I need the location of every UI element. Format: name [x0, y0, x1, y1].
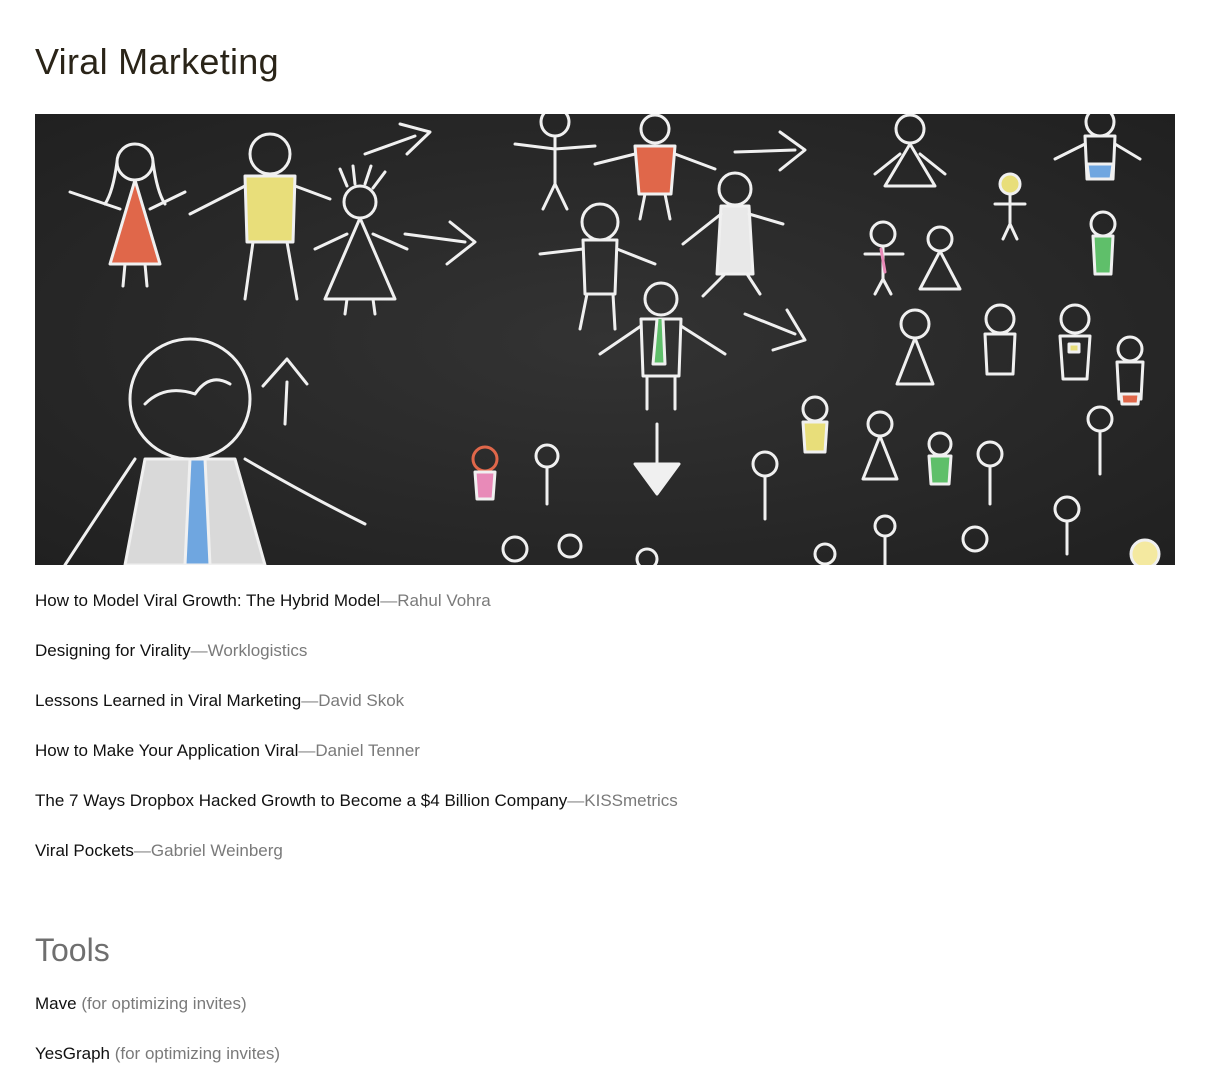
- article-author: KISSmetrics: [584, 791, 678, 810]
- list-item: Lessons Learned in Viral Marketing—David…: [35, 688, 1175, 738]
- tool-note: (for optimizing invites): [114, 1044, 281, 1063]
- tool-note: (for optimizing invites): [81, 994, 247, 1013]
- article-link[interactable]: Lessons Learned in Viral Marketing: [35, 691, 301, 710]
- list-item: Designing for Virality—Worklogistics: [35, 638, 1175, 688]
- article-author: Daniel Tenner: [315, 741, 420, 760]
- list-item: YesGraph (for optimizing invites): [35, 1041, 280, 1091]
- viral-article-list: How to Model Viral Growth: The Hybrid Mo…: [35, 588, 1175, 888]
- list-item: The 7 Ways Dropbox Hacked Growth to Beco…: [35, 788, 1175, 838]
- tools-list: Mave (for optimizing invites) YesGraph (…: [35, 991, 280, 1091]
- hero-image: [35, 114, 1175, 565]
- list-item: Viral Pockets—Gabriel Weinberg: [35, 838, 1175, 888]
- separator: —: [567, 791, 585, 810]
- separator: —: [133, 841, 151, 860]
- tool-link[interactable]: YesGraph: [35, 1044, 110, 1063]
- article-author: Gabriel Weinberg: [150, 841, 283, 860]
- tools-heading: Tools: [35, 932, 110, 968]
- separator: —: [301, 691, 319, 710]
- article-link[interactable]: How to Make Your Application Viral: [35, 741, 298, 760]
- figure-bottom-6: [1129, 538, 1161, 565]
- list-item: How to Model Viral Growth: The Hybrid Mo…: [35, 588, 1175, 638]
- separator: —: [380, 591, 398, 610]
- article-author: Rahul Vohra: [397, 591, 491, 610]
- article-link[interactable]: The 7 Ways Dropbox Hacked Growth to Beco…: [35, 791, 567, 810]
- article-author: David Skok: [318, 691, 405, 710]
- list-item: Mave (for optimizing invites): [35, 991, 280, 1041]
- article-link[interactable]: How to Model Viral Growth: The Hybrid Mo…: [35, 591, 380, 610]
- tool-link[interactable]: Mave: [35, 994, 77, 1013]
- list-item: How to Make Your Application Viral—Danie…: [35, 738, 1175, 788]
- separator: —: [190, 641, 208, 660]
- separator: —: [298, 741, 316, 760]
- article-link[interactable]: Designing for Virality: [35, 641, 191, 660]
- page-title: Viral Marketing: [35, 41, 279, 82]
- article-link[interactable]: Viral Pockets: [35, 841, 134, 860]
- article-author: Worklogistics: [207, 641, 308, 660]
- chalkboard-illustration: [35, 114, 1175, 565]
